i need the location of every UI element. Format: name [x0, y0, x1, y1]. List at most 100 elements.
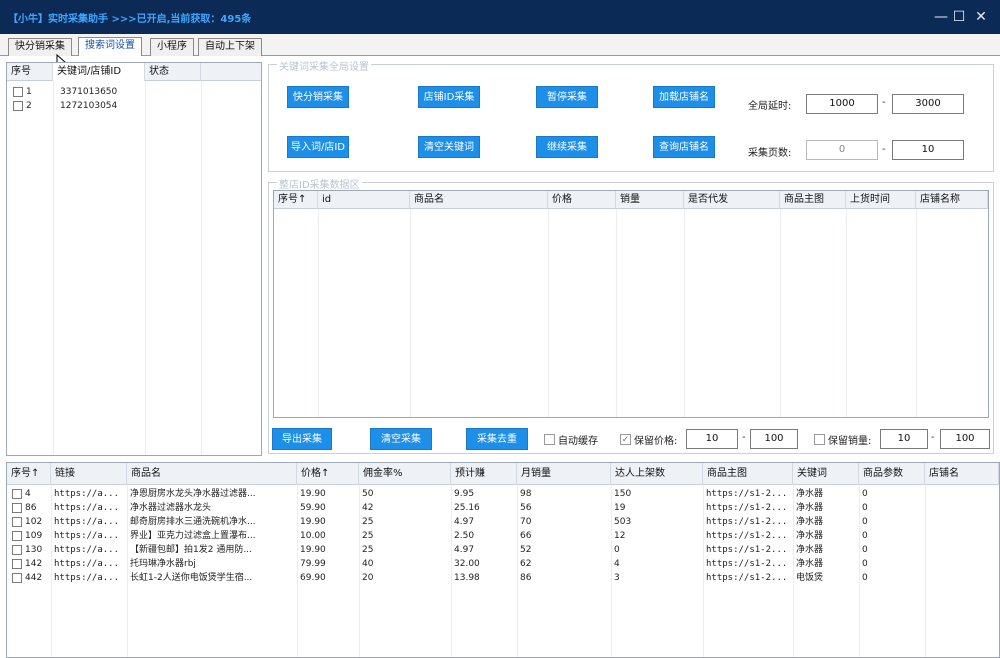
auto-cache-label: 自动缓存: [558, 436, 598, 447]
result-earn: 25.16: [454, 503, 480, 513]
result-monthly-sales: 98: [520, 489, 532, 499]
tab-search-settings[interactable]: 搜索词设置: [78, 37, 142, 56]
result-index: 109: [7, 529, 51, 543]
result-product: 净水器过滤器水龙头: [130, 503, 212, 513]
result-product: 邮奇厨房排水三通洗碗机净水...: [130, 517, 256, 527]
results-table: 序号↑ 链接 商品名 价格↑ 佣金率% 预计赚 月销量 达人上架数 商品主图 关…: [6, 462, 1000, 658]
result-row[interactable]: 102 https://a... 邮奇厨房排水三通洗碗机净水... 19.90 25 4.…: [7, 515, 999, 529]
keep-price-box[interactable]: ✓: [620, 434, 631, 445]
close-button[interactable]: ✕: [966, 0, 996, 34]
col-keyword[interactable]: 关键词/店铺ID: [53, 63, 145, 81]
col-result-product[interactable]: 商品名: [127, 463, 297, 485]
col-result-commission[interactable]: 佣金率%: [359, 463, 451, 485]
row-checkbox[interactable]: [13, 86, 23, 97]
row-checkbox[interactable]: [12, 488, 22, 499]
col-shop-sales[interactable]: 销量: [616, 191, 684, 209]
keep-price-checkbox[interactable]: ✓ 保留价格:: [620, 432, 677, 447]
result-listings: 0: [614, 545, 620, 555]
result-image: https://s1-2...: [706, 559, 788, 569]
result-commission: 40: [362, 559, 374, 569]
col-result-shop[interactable]: 店铺名: [925, 463, 999, 485]
col-result-link[interactable]: 链接: [51, 463, 127, 485]
load-shop-name-button[interactable]: 加载店铺名: [653, 86, 715, 108]
result-product: 长虹1-2人送你电饭煲学生宿...: [130, 573, 253, 583]
result-earn: 13.98: [454, 573, 480, 583]
col-result-image[interactable]: 商品主图: [703, 463, 793, 485]
price-range-dash: -: [742, 432, 746, 443]
row-checkbox[interactable]: [12, 530, 22, 541]
row-checkbox[interactable]: [12, 544, 22, 555]
row-index: 142: [25, 559, 43, 569]
result-shop: [925, 487, 999, 501]
col-shop-name[interactable]: 店铺名称: [916, 191, 988, 209]
result-row[interactable]: 130 https://a... 【新疆包邮】拍1发2 通用防... 19.90 25 4…: [7, 543, 999, 557]
col-shop-id[interactable]: id: [318, 191, 410, 209]
delay-range-dash: -: [882, 97, 886, 108]
col-result-earn[interactable]: 预计赚: [451, 463, 517, 485]
delay-min-input[interactable]: 1000: [806, 94, 878, 114]
results-header: 序号↑ 链接 商品名 价格↑ 佣金率% 预计赚 月销量 达人上架数 商品主图 关…: [7, 463, 999, 485]
result-row[interactable]: 109 https://a... 界业】亚克力过滤盒上置瀑布... 10.00 25 2.…: [7, 529, 999, 543]
global-delay-label: 全局延时:: [748, 101, 792, 112]
row-checkbox[interactable]: [12, 516, 22, 527]
col-status[interactable]: 状态: [145, 63, 201, 81]
price-min-input[interactable]: 10: [686, 429, 738, 449]
row-index: 109: [25, 531, 43, 541]
pause-collect-button[interactable]: 暂停采集: [536, 86, 598, 108]
col-result-index[interactable]: 序号↑: [7, 463, 51, 485]
result-row[interactable]: 86 https://a... 净水器过滤器水龙头 59.90 42 25.16 56 19 h…: [7, 501, 999, 515]
auto-cache-checkbox[interactable]: 自动缓存: [544, 432, 598, 447]
result-keyword: 净水器: [796, 517, 824, 527]
col-result-monthly-sales[interactable]: 月销量: [517, 463, 611, 485]
result-row[interactable]: 4 https://a... 净恩厨房水龙头净水器过滤器... 19.90 50 9.95…: [7, 487, 999, 501]
clear-keywords-button[interactable]: 清空关键词: [418, 136, 480, 158]
import-keywords-button[interactable]: 导入词/店ID: [287, 136, 349, 158]
col-result-params[interactable]: 商品参数: [859, 463, 925, 485]
row-checkbox[interactable]: [13, 100, 23, 111]
result-row[interactable]: 142 https://a... 托玛琳净水器rbj 79.99 40 32.00 62 4 h…: [7, 557, 999, 571]
col-result-price[interactable]: 价格↑: [297, 463, 359, 485]
col-shop-list-time[interactable]: 上货时间: [846, 191, 916, 209]
col-shop-dropship[interactable]: 是否代发: [684, 191, 780, 209]
result-row[interactable]: 442 https://a... 长虹1-2人送你电饭煲学生宿... 69.90 20 1…: [7, 571, 999, 585]
export-collect-button[interactable]: 导出采集: [272, 428, 332, 450]
col-shop-product[interactable]: 商品名: [410, 191, 548, 209]
keep-sales-box[interactable]: [814, 434, 825, 445]
resume-collect-button[interactable]: 继续采集: [536, 136, 598, 158]
dedupe-collect-button[interactable]: 采集去重: [466, 428, 528, 450]
quick-dist-collect-button[interactable]: 快分销采集: [287, 86, 349, 108]
shop-data-header: 序号↑ id 商品名 价格 销量 是否代发 商品主图 上货时间 店铺名称: [274, 191, 988, 209]
result-link: https://a...: [54, 573, 120, 583]
row-checkbox[interactable]: [12, 502, 22, 513]
pages-min-input[interactable]: 0: [806, 140, 878, 160]
pages-max-input[interactable]: 10: [892, 140, 964, 160]
col-shop-price[interactable]: 价格: [548, 191, 616, 209]
result-keyword: 电饭煲: [796, 573, 824, 583]
col-shop-index[interactable]: 序号↑: [274, 191, 318, 209]
shop-id-collect-button[interactable]: 店铺ID采集: [418, 86, 480, 108]
tab-mini-program[interactable]: 小程序: [150, 38, 194, 56]
auto-cache-box[interactable]: [544, 434, 555, 445]
result-product: 界业】亚克力过滤盒上置瀑布...: [130, 531, 256, 541]
result-product: 托玛琳净水器rbj: [130, 559, 196, 569]
sales-max-input[interactable]: 100: [940, 429, 990, 449]
result-link: https://a...: [54, 559, 120, 569]
query-shop-name-button[interactable]: 查询店铺名: [653, 136, 715, 158]
delay-max-input[interactable]: 3000: [892, 94, 964, 114]
keep-sales-checkbox[interactable]: 保留销量:: [814, 432, 871, 447]
sales-min-input[interactable]: 10: [880, 429, 928, 449]
keywords-grid: [7, 81, 261, 455]
result-earn: 4.97: [454, 517, 475, 527]
col-index[interactable]: 序号: [7, 63, 53, 81]
row-checkbox[interactable]: [12, 572, 22, 583]
col-result-keyword[interactable]: 关键词: [793, 463, 859, 485]
col-shop-image[interactable]: 商品主图: [780, 191, 846, 209]
keyword-row[interactable]: 2 1272103054: [7, 99, 261, 113]
row-checkbox[interactable]: [12, 558, 22, 569]
keyword-row[interactable]: 1 3371013650: [7, 85, 261, 99]
clear-collect-button[interactable]: 清空采集: [370, 428, 432, 450]
price-max-input[interactable]: 100: [750, 429, 798, 449]
tab-auto-listing[interactable]: 自动上下架: [198, 38, 262, 56]
result-keyword: 净水器: [796, 489, 824, 499]
col-result-listings[interactable]: 达人上架数: [611, 463, 703, 485]
